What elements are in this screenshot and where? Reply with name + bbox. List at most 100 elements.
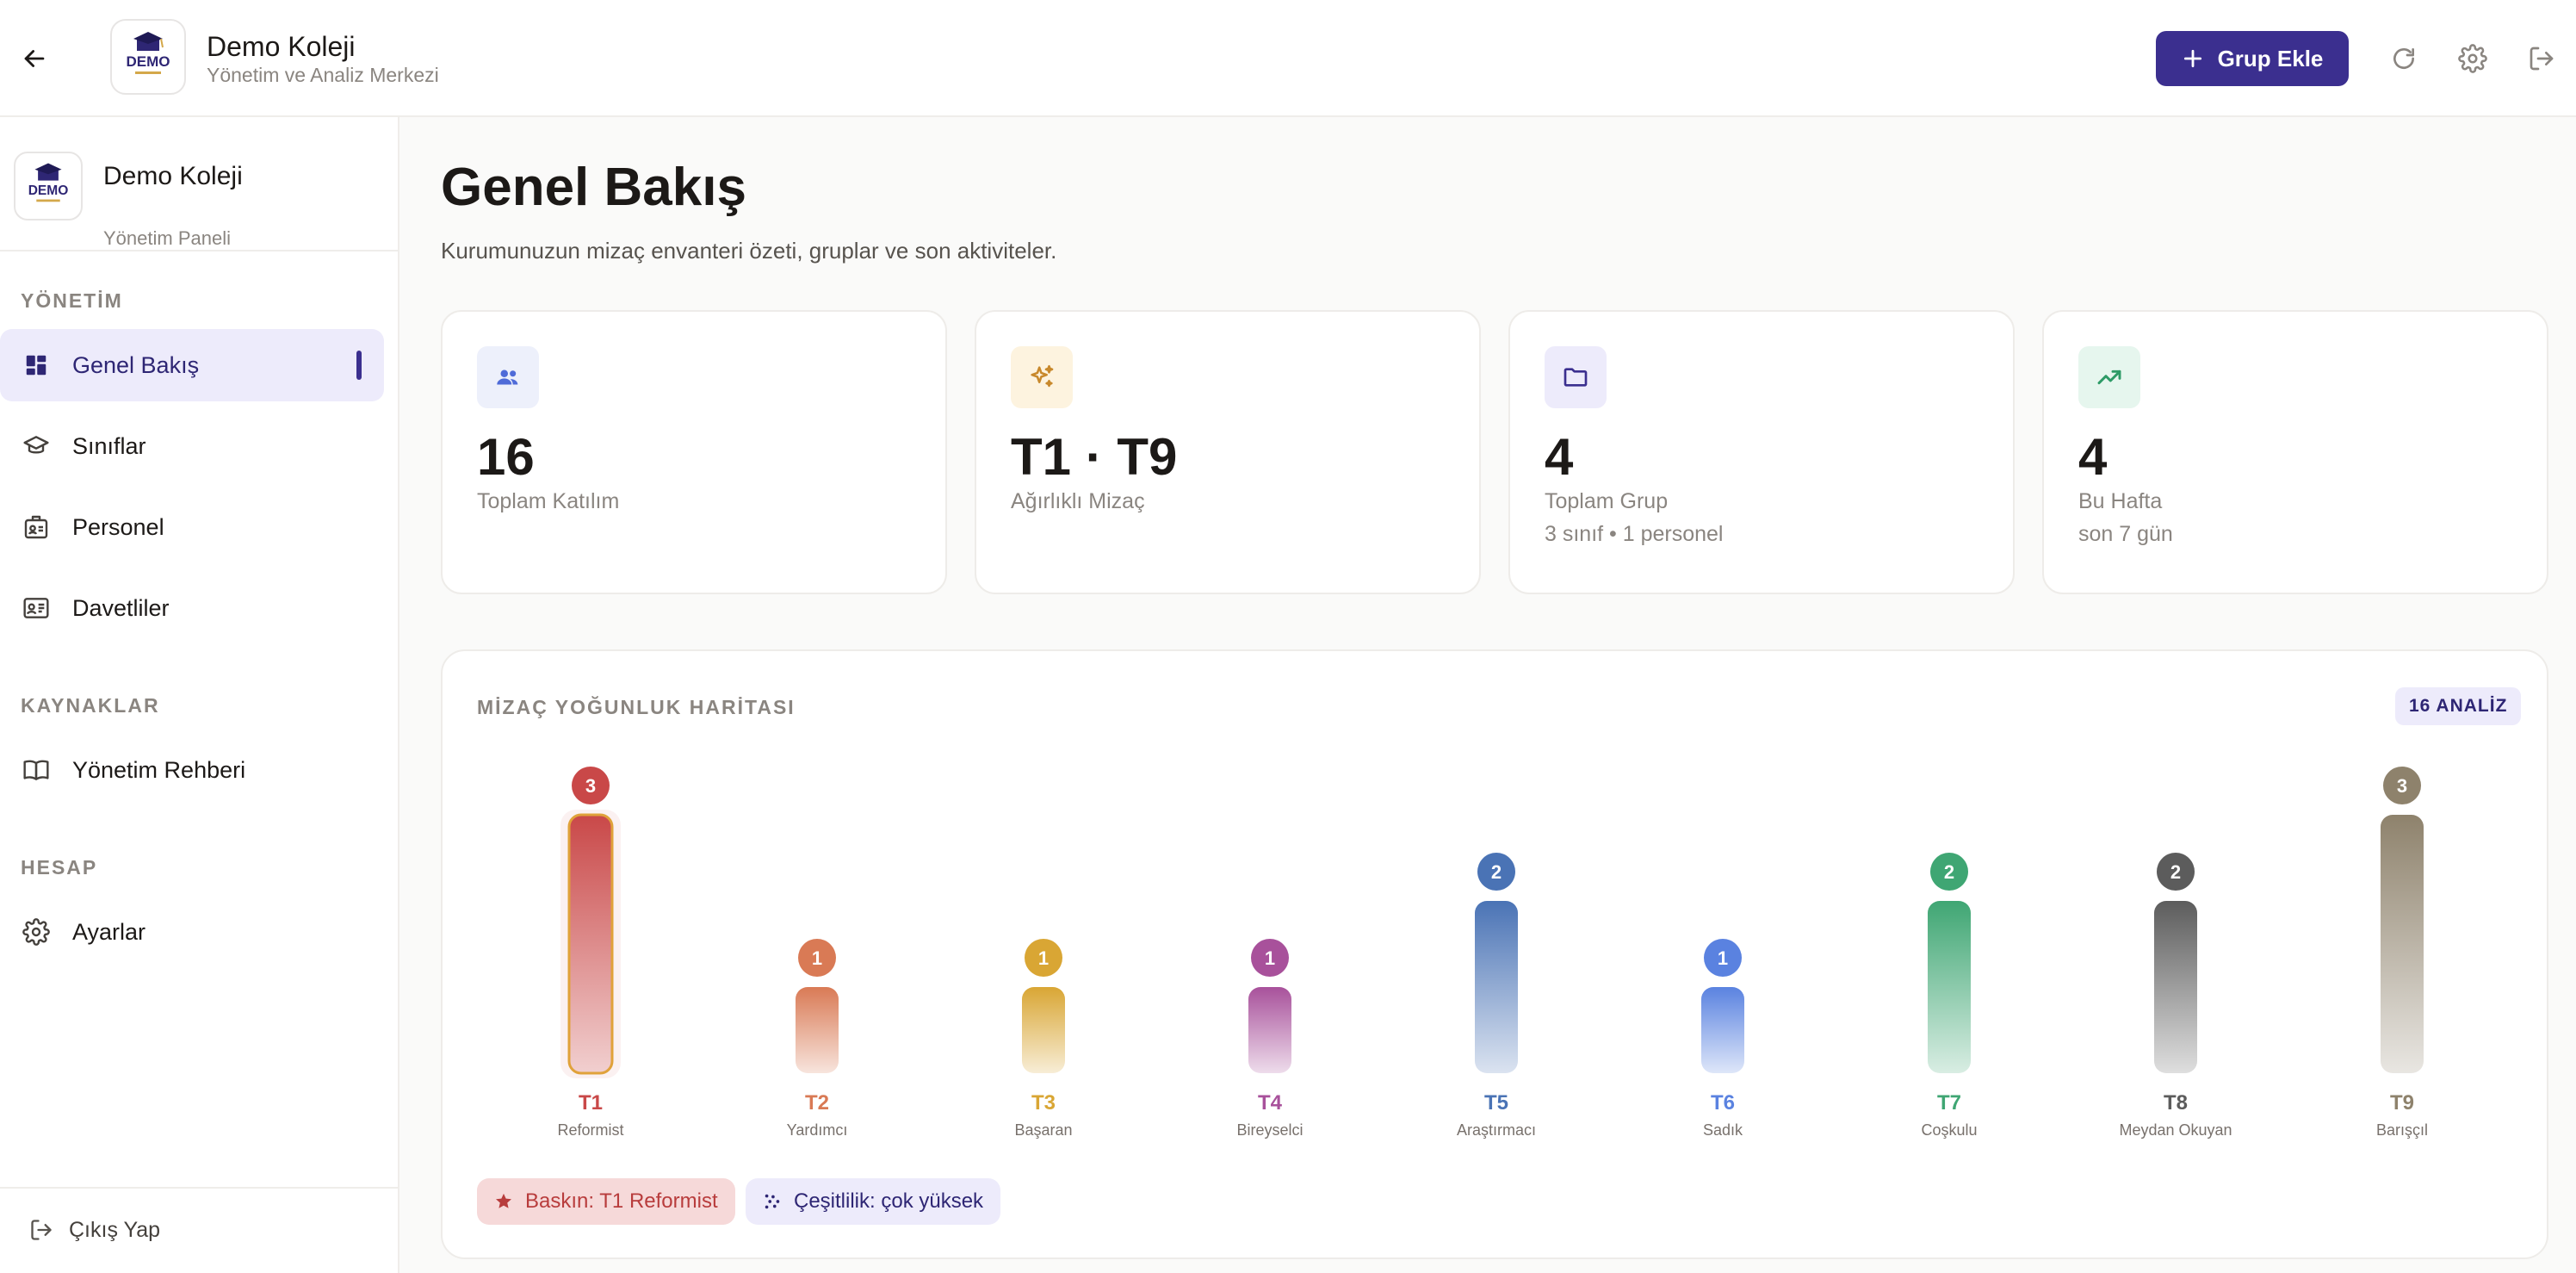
top-bar: DEMO Demo Koleji Yönetim ve Analiz Merke… bbox=[0, 0, 2576, 117]
section-label-management: YÖNETİM bbox=[21, 289, 123, 312]
sidebar-logo: DEMO bbox=[14, 152, 83, 220]
bar-t3[interactable] bbox=[1022, 987, 1065, 1073]
sidebar-divider bbox=[0, 250, 398, 251]
category-subtitle-t1: Reformist bbox=[557, 1121, 623, 1139]
category-label-t3: T3 bbox=[1031, 1091, 1056, 1115]
logout-icon[interactable] bbox=[2521, 38, 2562, 79]
stat-value: T1 · T9 bbox=[1011, 428, 1178, 486]
trending-up-icon bbox=[2078, 346, 2140, 408]
category-label-t9: T9 bbox=[2390, 1091, 2414, 1115]
count-label-t5: 2 bbox=[1491, 861, 1502, 883]
count-label-t8: 2 bbox=[2170, 861, 2181, 883]
scatter-dots-icon bbox=[765, 1194, 780, 1209]
bar-t5[interactable] bbox=[1475, 901, 1518, 1073]
bar-t4[interactable] bbox=[1248, 987, 1291, 1073]
logo-text: DEMO bbox=[127, 53, 170, 70]
category-label-t6: T6 bbox=[1711, 1091, 1735, 1115]
add-group-button[interactable]: Grup Ekle bbox=[2156, 31, 2349, 86]
active-indicator bbox=[356, 351, 362, 380]
category-label-t2: T2 bbox=[805, 1091, 829, 1115]
temperament-bar-chart: 3 T1 Reformist 1 T2 Yardımcı 1 T3 Başaran 1 T4 Bire… bbox=[557, 767, 2428, 1139]
count-label-t4: 1 bbox=[1265, 947, 1275, 969]
category-subtitle-t6: Sadık bbox=[1703, 1121, 1743, 1139]
bar-t8[interactable] bbox=[2154, 901, 2197, 1073]
sidebar-item-classes[interactable]: Sınıflar bbox=[0, 410, 384, 482]
stat-card-dominant-temperament: T1 · T9 Ağırlıklı Mizaç bbox=[975, 310, 1481, 594]
dominant-label: Baskın: T1 Reformist bbox=[525, 1189, 718, 1213]
count-label-t3: 1 bbox=[1038, 947, 1049, 969]
category-subtitle-t9: Barışçıl bbox=[2376, 1121, 2428, 1139]
logout-button[interactable]: Çıkış Yap bbox=[0, 1202, 384, 1257]
stat-label: Toplam Katılım bbox=[477, 489, 620, 513]
dominant-temperament-pill: Baskın: T1 Reformist bbox=[477, 1178, 735, 1225]
star-icon bbox=[496, 1193, 511, 1208]
category-subtitle-t8: Meydan Okuyan bbox=[2119, 1121, 2232, 1139]
page-description: Kurumunuzun mizaç envanteri özeti, grupl… bbox=[441, 238, 1057, 264]
count-label-t7: 2 bbox=[1944, 861, 1954, 883]
category-label-t5: T5 bbox=[1484, 1091, 1508, 1115]
stat-sublabel: son 7 gün bbox=[2078, 522, 2173, 546]
dashboard-icon bbox=[19, 348, 53, 382]
category-subtitle-t2: Yardımcı bbox=[787, 1121, 848, 1139]
bar-t9[interactable] bbox=[2381, 815, 2424, 1073]
graduation-cap-icon bbox=[19, 429, 53, 463]
stat-value: 4 bbox=[2078, 428, 2108, 486]
stat-card-groups: 4 Toplam Grup 3 sınıf • 1 personel bbox=[1508, 310, 2015, 594]
bar-t6[interactable] bbox=[1701, 987, 1744, 1073]
stat-label: Ağırlıklı Mizaç bbox=[1011, 489, 1145, 513]
stat-card-this-week: 4 Bu Hafta son 7 gün bbox=[2042, 310, 2548, 594]
users-icon bbox=[477, 346, 539, 408]
sidebar-item-label: Ayarlar bbox=[72, 918, 146, 945]
diversity-pill: Çeşitlilik: çok yüksek bbox=[746, 1178, 1001, 1225]
count-label-t9: 3 bbox=[2397, 775, 2407, 797]
sidebar-brand-title: Demo Koleji bbox=[103, 162, 243, 190]
category-subtitle-t7: Coşkulu bbox=[1921, 1121, 1977, 1139]
app-title: Demo Koleji bbox=[207, 31, 356, 62]
diversity-label: Çeşitlilik: çok yüksek bbox=[794, 1189, 984, 1213]
school-logo: DEMO bbox=[110, 19, 186, 95]
logout-label: Çıkış Yap bbox=[69, 1217, 161, 1242]
stat-card-participation: 16 Toplam Katılım bbox=[441, 310, 947, 594]
section-label-account: HESAP bbox=[21, 856, 98, 879]
temperament-density-chart-card: MİZAÇ YOĞUNLUK HARİTASI 16 ANALİZ 3 T1 Ref… bbox=[441, 649, 2548, 1259]
sidebar-item-label: Yönetim Rehberi bbox=[72, 756, 246, 783]
sidebar-item-label: Sınıflar bbox=[72, 432, 146, 459]
add-group-label: Grup Ekle bbox=[2217, 45, 2324, 71]
category-label-t4: T4 bbox=[1258, 1091, 1283, 1115]
sidebar-item-label: Genel Bakış bbox=[72, 351, 200, 378]
page-title: Genel Bakış bbox=[441, 158, 746, 217]
category-subtitle-t5: Araştırmacı bbox=[1457, 1121, 1536, 1139]
stat-label: Toplam Grup bbox=[1545, 489, 1669, 513]
count-label-t6: 1 bbox=[1718, 947, 1728, 969]
contact-card-icon bbox=[19, 591, 53, 625]
stat-sublabel: 3 sınıf • 1 personel bbox=[1545, 522, 1724, 546]
sidebar-item-guide[interactable]: Yönetim Rehberi bbox=[0, 734, 384, 806]
sidebar-item-overview[interactable]: Genel Bakış bbox=[0, 329, 384, 401]
bar-t7[interactable] bbox=[1928, 901, 1971, 1073]
sparkles-icon bbox=[1011, 346, 1073, 408]
stat-value: 4 bbox=[1545, 428, 1574, 486]
sidebar-item-settings[interactable]: Ayarlar bbox=[0, 896, 384, 968]
gear-icon[interactable] bbox=[2452, 38, 2493, 79]
sidebar-brand: DEMO Demo Koleji Yönetim Paneli bbox=[14, 152, 384, 249]
sidebar-item-label: Personel bbox=[72, 513, 164, 540]
count-label-t2: 1 bbox=[812, 947, 822, 969]
sidebar-item-invitees[interactable]: Davetliler bbox=[0, 572, 384, 644]
refresh-icon[interactable] bbox=[2383, 38, 2424, 79]
bar-t2[interactable] bbox=[796, 987, 839, 1073]
sidebar-item-label: Davetliler bbox=[72, 594, 170, 621]
sidebar: DEMO Demo Koleji Yönetim Paneli YÖNETİM … bbox=[0, 117, 399, 1273]
id-badge-icon bbox=[19, 510, 53, 544]
category-label-t8: T8 bbox=[2164, 1091, 2188, 1115]
logout-icon bbox=[24, 1213, 59, 1247]
bar-t1[interactable] bbox=[567, 813, 614, 1075]
sidebar-bottom-divider bbox=[0, 1187, 398, 1189]
stat-label: Bu Hafta bbox=[2078, 489, 2163, 513]
sidebar-item-staff[interactable]: Personel bbox=[0, 491, 384, 563]
plus-icon bbox=[2183, 49, 2201, 68]
count-label-t1: 3 bbox=[585, 775, 596, 797]
category-subtitle-t3: Başaran bbox=[1014, 1121, 1072, 1139]
stat-value: 16 bbox=[477, 428, 535, 486]
back-arrow-icon[interactable] bbox=[14, 38, 55, 79]
category-label-t1: T1 bbox=[579, 1091, 603, 1115]
